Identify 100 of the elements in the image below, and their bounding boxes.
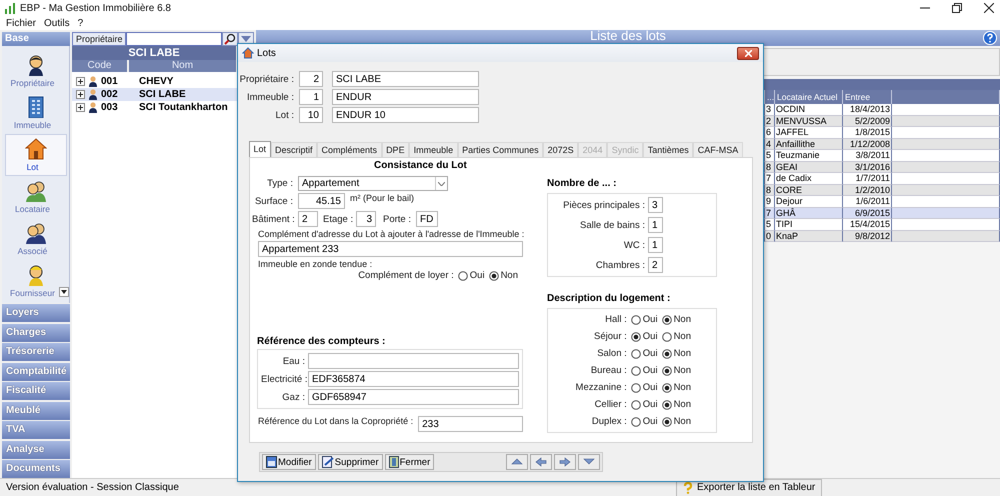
radio-button[interactable]: Oui — [458, 270, 485, 281]
field-label: Bâtiment : — [252, 214, 293, 224]
radio-button[interactable]: Non — [662, 416, 691, 427]
down-arrow-button[interactable] — [578, 454, 600, 470]
tab[interactable]: Descriptif — [270, 142, 318, 157]
count-field[interactable]: 3 — [648, 197, 663, 213]
tab[interactable]: CAF-MSA — [693, 142, 743, 157]
radio-button[interactable]: Non — [662, 382, 691, 393]
radio-icon — [630, 382, 641, 392]
up-arrow-button[interactable] — [506, 454, 528, 470]
menu-item[interactable]: Outils — [40, 18, 74, 28]
table-cell: TIPI — [775, 219, 843, 230]
field-label: Complément d'adresse du Lot à ajouter à l'adresse de l'Immeuble : — [258, 229, 524, 239]
radio-button[interactable]: Non — [662, 314, 691, 325]
meter-field[interactable]: GDF658947 — [308, 389, 519, 405]
menu-item[interactable]: ? — [74, 18, 88, 28]
count-field[interactable]: 1 — [648, 237, 663, 253]
table-cell: GHÂ — [775, 208, 843, 219]
field-label: Immeuble en zonde tendue : — [258, 259, 372, 269]
radio-button[interactable]: Oui — [630, 365, 658, 376]
sidebar-item[interactable]: Fournisseur — [4, 260, 66, 302]
footer-button[interactable]: Fermer — [384, 454, 434, 470]
type-select[interactable]: Appartement — [298, 176, 448, 191]
meter-field[interactable] — [308, 353, 519, 369]
tab[interactable]: Parties Communes — [458, 142, 544, 157]
expand-icon[interactable] — [76, 77, 85, 86]
help-icon[interactable] — [983, 31, 997, 45]
field-label: Lot : — [274, 110, 294, 120]
door-field[interactable]: FD — [416, 211, 438, 227]
footer-button[interactable]: Supprimer — [318, 454, 383, 470]
count-field[interactable]: 1 — [648, 217, 663, 233]
search-field[interactable] — [126, 32, 222, 46]
person-icon — [89, 76, 97, 87]
scroll-down-button[interactable] — [59, 286, 69, 296]
radio-button[interactable]: Non — [662, 365, 691, 376]
radio-button[interactable]: Non — [662, 399, 691, 410]
column-header[interactable]: ... — [765, 90, 775, 104]
radio-button[interactable]: Non — [662, 348, 691, 359]
table-cell: 7 — [765, 173, 775, 184]
radio-button[interactable]: Oui — [630, 331, 658, 342]
field-label: Pièces principales : — [563, 200, 645, 210]
owner-code: 003 — [101, 102, 119, 113]
tab[interactable]: Immeuble — [409, 142, 458, 157]
sidebar-item[interactable]: Locataire — [4, 176, 66, 218]
radio-button[interactable]: Oui — [630, 348, 658, 359]
table-cell: OCDIN — [775, 104, 843, 116]
menu-item[interactable]: Fichier — [2, 18, 40, 28]
address-field[interactable]: Appartement 233 — [258, 241, 523, 257]
panel-title: SCI LABE — [72, 46, 236, 60]
right-arrow-button[interactable] — [554, 454, 576, 470]
tree-row[interactable]: 001 CHEVY — [72, 75, 241, 88]
sidebar-item[interactable]: Associé — [4, 218, 66, 260]
column-header[interactable]: Entree — [843, 90, 892, 104]
radio-button[interactable]: Oui — [630, 314, 658, 325]
caret-icon — [438, 182, 445, 186]
sidebar-item[interactable]: Lot — [4, 134, 66, 176]
edit-icon — [322, 456, 334, 468]
field-label: Salon : — [597, 348, 627, 359]
floor-field[interactable]: 3 — [356, 211, 376, 227]
meter-field[interactable]: EDF365874 — [308, 371, 519, 387]
field-label: Salle de bains : — [580, 220, 645, 230]
close-button[interactable] — [737, 46, 759, 60]
tab[interactable]: DPE — [382, 142, 410, 157]
tab[interactable]: 2072S — [543, 142, 578, 157]
name-field[interactable]: ENDUR — [332, 89, 479, 105]
table-cell: 1/12/2008 — [843, 138, 892, 150]
name-field[interactable]: SCI LABE — [332, 71, 479, 87]
sidebar-item[interactable]: Propriétaire — [4, 50, 66, 92]
left-arrow-button[interactable] — [530, 454, 552, 470]
expand-icon[interactable] — [76, 103, 85, 112]
building-field[interactable]: 2 — [298, 211, 318, 227]
name-field[interactable]: ENDUR 10 — [332, 107, 479, 123]
tab[interactable]: Tantièmes — [643, 142, 694, 157]
radio-button[interactable]: Non — [662, 331, 691, 342]
search-button[interactable] — [222, 32, 238, 46]
count-field[interactable]: 2 — [648, 257, 663, 273]
code-field[interactable]: 10 — [299, 107, 323, 123]
code-field[interactable]: 2 — [299, 71, 323, 87]
restore-icon[interactable] — [952, 3, 962, 13]
table-cell: 1/7/2011 — [843, 173, 892, 184]
footer-button[interactable]: Modifier — [262, 454, 316, 470]
column-header[interactable]: Locataire Actuel — [775, 90, 843, 104]
surface-field[interactable]: 45.15 — [298, 193, 345, 209]
status-text: Version évaluation - Session Classique — [5, 482, 180, 493]
radio-button[interactable]: Non — [488, 270, 518, 281]
expand-icon[interactable] — [76, 90, 85, 99]
copro-field[interactable]: 233 — [418, 416, 523, 432]
owner-name: CHEVY — [139, 76, 174, 87]
code-field[interactable]: 1 — [299, 89, 323, 105]
table-cell: Teuzmanie — [775, 150, 843, 162]
tab[interactable]: Compléments — [317, 142, 382, 157]
table-cell: 2 — [765, 116, 775, 127]
radio-button[interactable]: Oui — [630, 382, 658, 393]
radio-button[interactable]: Oui — [630, 416, 658, 427]
sidebar-header: Base — [2, 32, 70, 46]
tree-row[interactable]: 003 SCI Toutankharton — [72, 101, 241, 114]
radio-button[interactable]: Oui — [630, 399, 658, 410]
tab[interactable]: Lot — [249, 141, 271, 157]
close-icon[interactable] — [984, 3, 994, 13]
sidebar-item[interactable]: Immeuble — [4, 92, 66, 134]
